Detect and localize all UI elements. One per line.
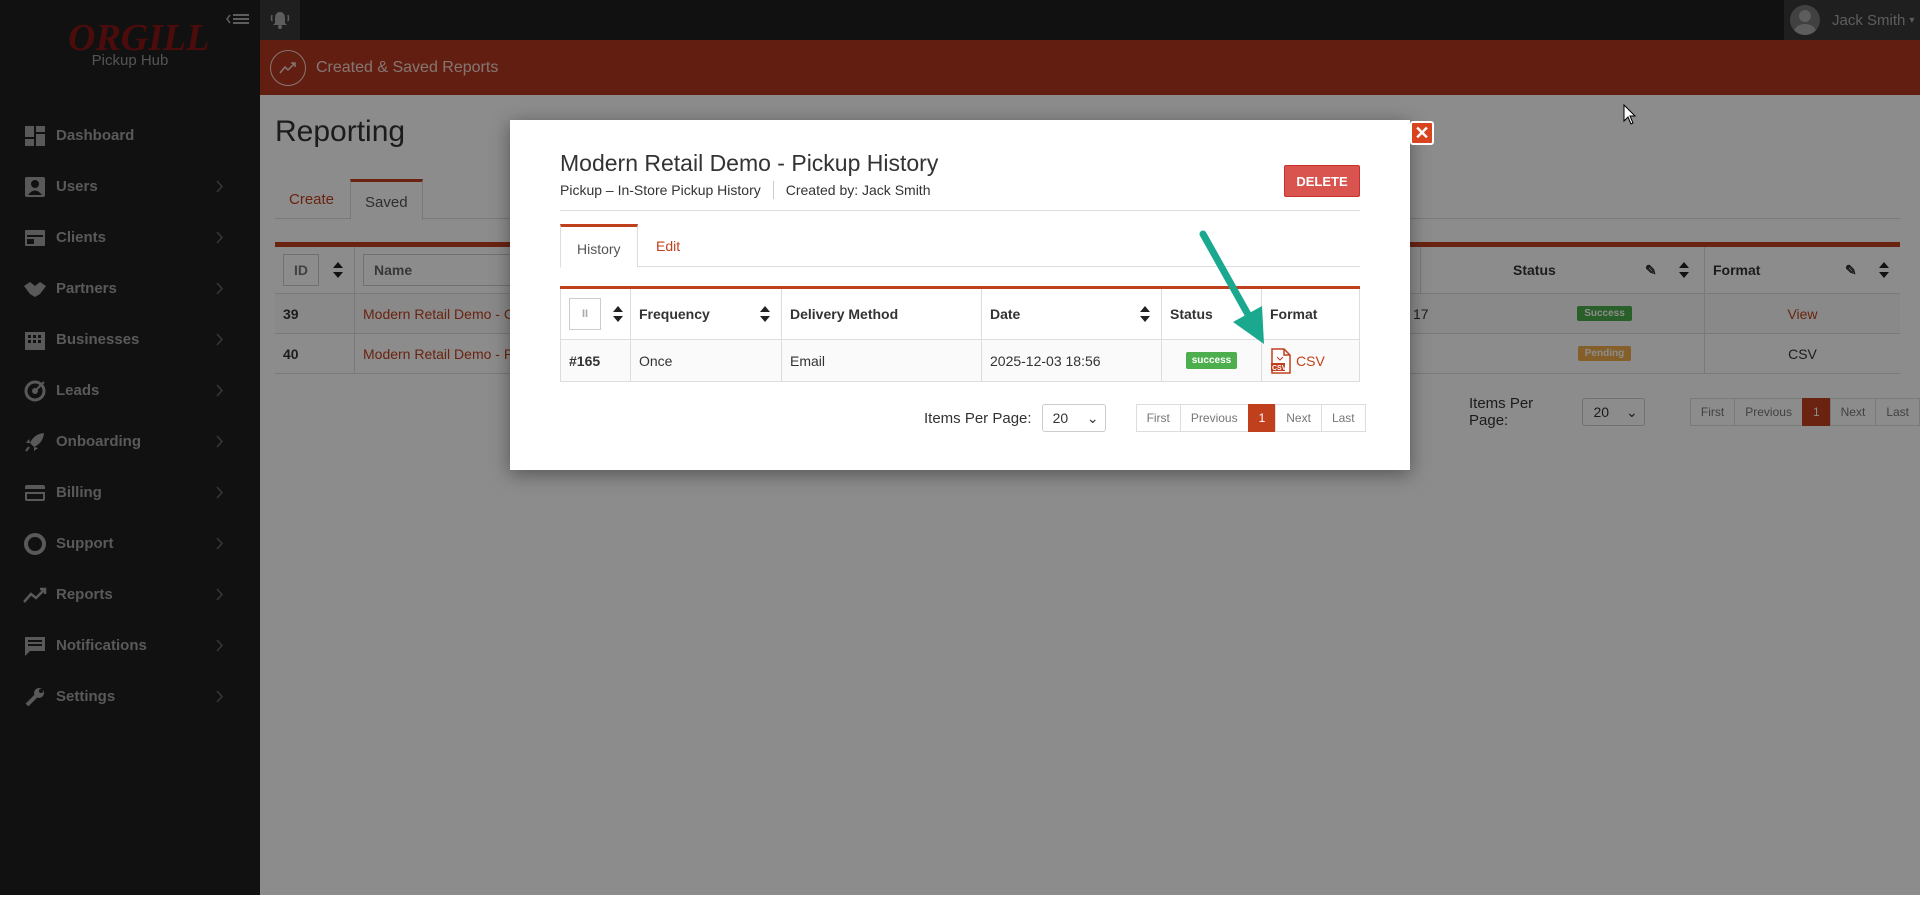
chevron-down-icon: ⌄ — [1086, 409, 1099, 426]
select-column-header[interactable]: II — [561, 289, 631, 339]
tab-edit[interactable]: Edit — [640, 224, 696, 267]
delete-button[interactable]: DELETE — [1284, 165, 1360, 197]
items-per-page-label: Items Per Page: — [924, 409, 1032, 427]
history-status: success — [1162, 340, 1262, 381]
modal-tabs: History Edit — [560, 224, 1360, 268]
delivery-column-header: Delivery Method — [782, 289, 982, 339]
history-modal: Modern Retail Demo - Pickup History Pick… — [510, 120, 1410, 470]
status-column-header: Status — [1162, 289, 1262, 339]
page-next-button[interactable]: Next — [1275, 404, 1322, 432]
format-column-header: Format — [1270, 306, 1318, 322]
table-header-row: II Frequency Delivery Method Date Status… — [560, 289, 1360, 340]
mouse-cursor-icon — [1623, 104, 1637, 125]
date-header-label: Date — [990, 306, 1021, 322]
csv-file-icon: CSV — [1271, 347, 1291, 374]
csv-download-link[interactable]: CSV CSV — [1270, 347, 1325, 374]
page-previous-button[interactable]: Previous — [1179, 404, 1249, 432]
frequency-column-header[interactable]: Frequency — [631, 289, 782, 339]
history-frequency: Once — [631, 340, 782, 381]
close-icon[interactable]: ✕ — [1410, 121, 1434, 145]
history-id: #165 — [561, 340, 631, 381]
created-by: Created by: Jack Smith — [785, 182, 931, 198]
sort-icon[interactable] — [760, 306, 770, 322]
status-badge: success — [1185, 352, 1238, 369]
history-table: II Frequency Delivery Method Date Status… — [560, 286, 1360, 382]
modal-title: Modern Retail Demo - Pickup History — [560, 150, 939, 176]
csv-label: CSV — [1296, 352, 1325, 369]
page-first-button[interactable]: First — [1135, 404, 1181, 432]
divider — [772, 181, 774, 199]
svg-text:CSV: CSV — [1272, 365, 1287, 372]
modal-pagination: Items Per Page: 20 ⌄ First Previous 1 Nex… — [924, 404, 1366, 432]
sort-icon[interactable] — [613, 306, 623, 322]
divider — [560, 210, 1360, 211]
select-all-checkbox[interactable]: II — [569, 298, 601, 330]
bottom-strip — [0, 895, 1920, 910]
page-current-button[interactable]: 1 — [1247, 404, 1277, 432]
page-last-button[interactable]: Last — [1320, 404, 1366, 432]
date-column-header[interactable]: Date — [982, 289, 1162, 339]
frequency-header-label: Frequency — [639, 306, 710, 322]
sort-icon[interactable] — [1140, 306, 1150, 322]
history-delivery: Email — [782, 340, 982, 381]
report-type: Pickup – In-Store Pickup History — [560, 182, 761, 198]
table-row[interactable]: #165 Once Email 2025-12-03 18:56 success… — [560, 340, 1360, 382]
history-format: CSV CSV — [1262, 340, 1359, 381]
items-per-page-value: 20 — [1052, 410, 1069, 426]
items-per-page-select[interactable]: 20 ⌄ — [1041, 404, 1106, 432]
tab-history[interactable]: History — [560, 224, 638, 268]
history-date: 2025-12-03 18:56 — [982, 340, 1162, 381]
modal-subtitle: Pickup – In-Store Pickup History Created… — [560, 181, 930, 199]
